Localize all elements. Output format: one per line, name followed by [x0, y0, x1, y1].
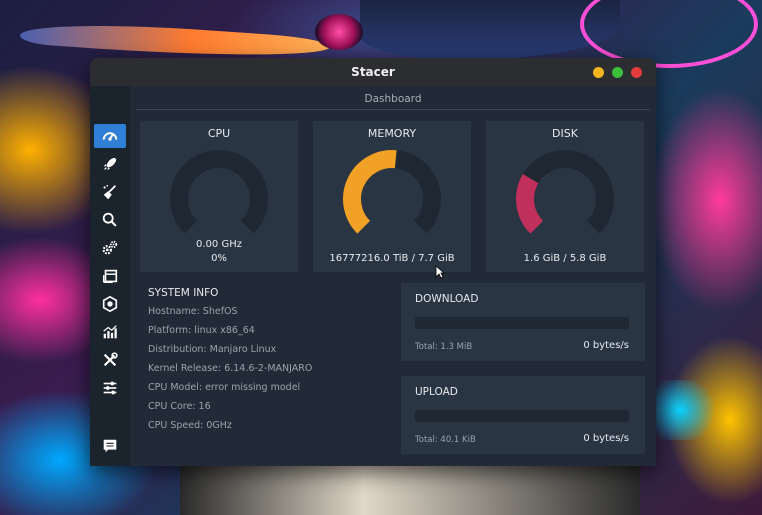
system-info-panel: SYSTEM INFO Hostname: ShefOS Platform: l… [148, 284, 378, 435]
bar-chart-icon [103, 325, 117, 339]
memory-gauge-arc [343, 150, 397, 234]
upload-speed: 0 bytes/s [583, 433, 629, 444]
cpu-frequency-value: 0.00 GHz [196, 239, 242, 250]
maximize-button[interactable] [612, 67, 623, 78]
sliders-icon [103, 381, 117, 395]
system-info-hostname: Hostname: ShefOS [148, 306, 238, 317]
upload-total: Total: 40.1 KiB [415, 435, 476, 445]
memory-gauge [343, 150, 441, 234]
rocket-icon [103, 157, 117, 171]
memory-usage-value: 16777216.0 TiB / 7.7 GiB [329, 253, 455, 264]
sidebar-item-feedback[interactable] [94, 434, 126, 458]
system-info-cpu-core: CPU Core: 16 [148, 401, 211, 412]
cpu-gauge [170, 150, 268, 234]
dashboard-gauge-icon [102, 132, 118, 141]
system-info-cpu-model: CPU Model: error missing model [148, 382, 301, 393]
upload-usage-bar [415, 410, 629, 422]
cpu-gauge-card: CPU 0.00 GHz 0% [140, 121, 298, 272]
system-info-kernel: Kernel Release: 6.14.6-2-MANJARO [148, 363, 313, 374]
feedback-icon [103, 439, 117, 453]
disk-gauge-arc [516, 174, 544, 234]
cpu-gauge-title: CPU [207, 127, 231, 140]
packages-icon [102, 269, 118, 284]
sidebar-item-cleaner[interactable] [94, 180, 126, 204]
memory-gauge-title: MEMORY [367, 127, 417, 140]
close-button[interactable] [631, 67, 642, 78]
disk-usage-value: 1.6 GiB / 5.8 GiB [523, 253, 607, 264]
window-title: Stacer [351, 65, 395, 79]
disk-gauge [516, 150, 614, 234]
cpu-percent-value: 0% [211, 253, 227, 264]
sidebar-item-services[interactable] [94, 236, 126, 260]
sidebar-item-helpers[interactable] [94, 348, 126, 372]
sidebar-item-resources[interactable] [94, 320, 126, 344]
disk-gauge-card: DISK 1.6 GiB / 5.8 GiB [486, 121, 644, 272]
sidebar [90, 86, 130, 466]
sidebar-item-settings[interactable] [94, 376, 126, 400]
download-speed: 0 bytes/s [583, 340, 629, 351]
minimize-button[interactable] [593, 67, 604, 78]
mouse-pointer-icon [435, 265, 445, 279]
sidebar-item-processes[interactable] [94, 264, 126, 288]
resources-icon [102, 295, 118, 313]
sidebar-item-search[interactable] [94, 208, 126, 232]
system-info-platform: Platform: linux x86_64 [148, 325, 255, 336]
system-info-cpu-speed: CPU Speed: 0GHz [148, 420, 232, 431]
download-card: DOWNLOAD Total: 1.3 MiB 0 bytes/s [401, 283, 645, 361]
download-total: Total: 1.3 MiB [415, 342, 473, 352]
system-info-distribution: Distribution: Manjaro Linux [148, 344, 277, 355]
upload-title: UPLOAD [415, 386, 458, 398]
titlebar: Stacer [90, 58, 656, 86]
disk-gauge-title: DISK [552, 127, 578, 140]
memory-gauge-card: MEMORY 16777216.0 TiB / 7.7 GiB [313, 121, 471, 272]
download-title: DOWNLOAD [415, 293, 479, 305]
sidebar-item-uninstaller[interactable] [94, 292, 126, 316]
cpu-gauge-track [170, 150, 268, 234]
wallpaper-penguin-eye [315, 14, 363, 50]
system-info-title: SYSTEM INFO [148, 287, 219, 299]
page-title: Dashboard [136, 89, 650, 110]
search-icon [102, 212, 117, 227]
tools-icon [103, 352, 118, 367]
gears-icon [102, 240, 118, 255]
sidebar-item-dashboard[interactable] [94, 124, 126, 148]
broom-icon [103, 184, 117, 200]
stacer-window: Stacer Dashboard CPU 0.00 GHz 0% MEMORY … [90, 58, 656, 466]
sidebar-item-startup-apps[interactable] [94, 152, 126, 176]
download-usage-bar [415, 317, 629, 329]
upload-card: UPLOAD Total: 40.1 KiB 0 bytes/s [401, 376, 645, 454]
